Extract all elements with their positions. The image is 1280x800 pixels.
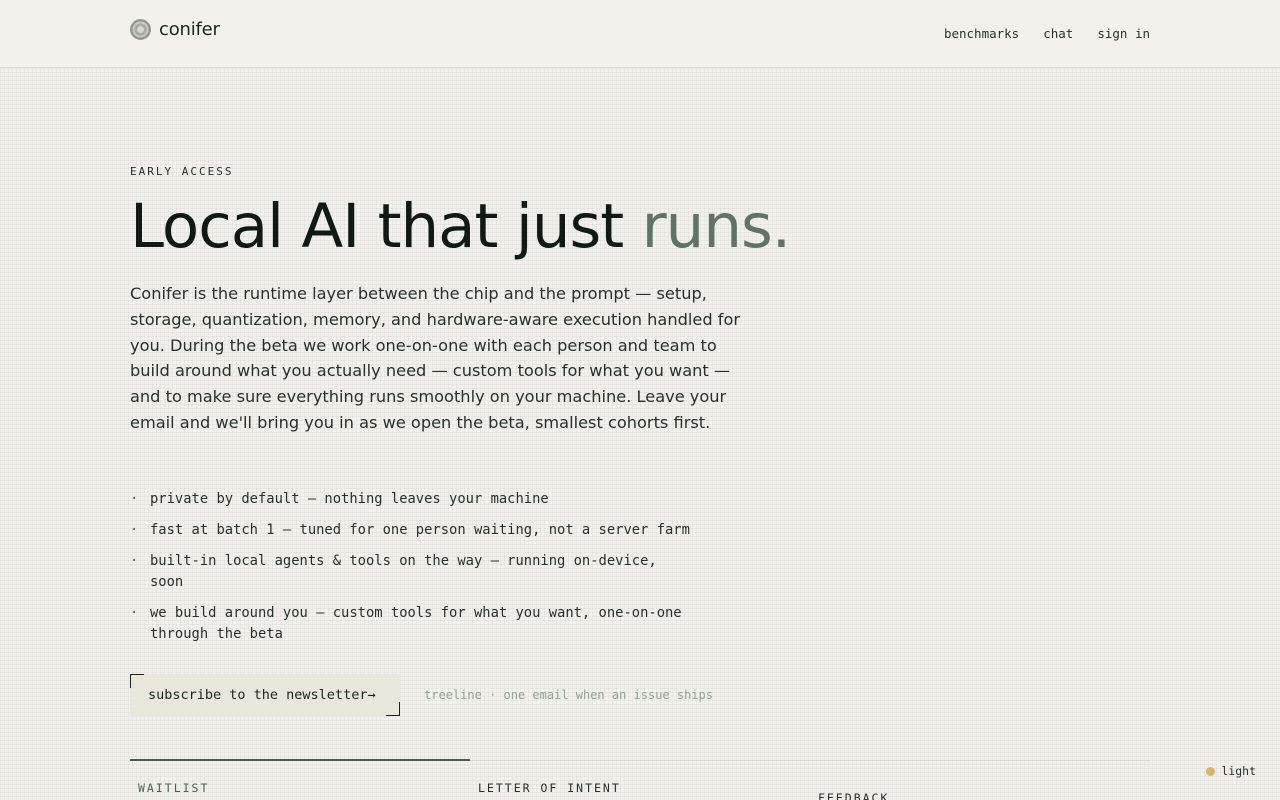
headline-main: Local AI that just <box>130 191 642 262</box>
brand-name: conifer <box>159 19 220 40</box>
feature-list: · private by default — nothing leaves yo… <box>130 489 690 655</box>
feature-text: built-in local agents & tools on the way… <box>150 553 657 590</box>
theme-dot-icon <box>1206 766 1216 776</box>
theme-label: light <box>1221 764 1256 778</box>
bullet: · <box>130 491 139 507</box>
nav-chat-link[interactable]: chat <box>1043 26 1073 41</box>
active-tab-indicator <box>130 759 470 761</box>
headline-accent: runs. <box>641 191 792 262</box>
feature-item: · we build around you — custom tools for… <box>130 603 690 645</box>
bullet: · <box>130 522 139 538</box>
tab-feedback[interactable]: FEEDBACK <box>818 791 889 800</box>
conifer-logo-icon <box>130 19 151 40</box>
cta-note: treeline · one email when an issue ships <box>424 688 713 702</box>
nav-benchmarks-link[interactable]: benchmarks <box>944 26 1019 41</box>
hero-eyebrow: EARLY ACCESS <box>130 165 234 178</box>
bullet: · <box>130 605 139 621</box>
hero-lead: Conifer is the runtime layer between the… <box>130 284 741 432</box>
feature-item: · private by default — nothing leaves yo… <box>130 489 690 510</box>
feature-item: · built-in local agents & tools on the w… <box>130 551 690 593</box>
feature-text: private by default — nothing leaves your… <box>150 491 549 507</box>
theme-toggle[interactable]: light <box>1206 764 1256 778</box>
tab-waitlist[interactable]: WAITLIST <box>138 781 209 795</box>
feature-text: we build around you — custom tools for w… <box>150 605 682 642</box>
tab-letter-of-intent[interactable]: LETTER OF INTENT <box>478 781 621 795</box>
feature-item: · fast at batch 1 — tuned for one person… <box>130 520 690 541</box>
main-nav: benchmarks chat sign in <box>944 26 1150 41</box>
cta-row: subscribe to the newsletter→ treeline · … <box>130 674 713 716</box>
bullet: · <box>130 553 139 569</box>
feature-text: fast at batch 1 — tuned for one person w… <box>150 522 690 538</box>
hero-headline: Local AI that just runs. <box>130 191 792 262</box>
brand[interactable]: conifer <box>130 19 220 40</box>
subscribe-newsletter-button[interactable]: subscribe to the newsletter→ <box>130 674 400 716</box>
nav-sign-in-link[interactable]: sign in <box>1097 26 1150 41</box>
top-bar: conifer benchmarks chat sign in <box>0 0 1280 68</box>
